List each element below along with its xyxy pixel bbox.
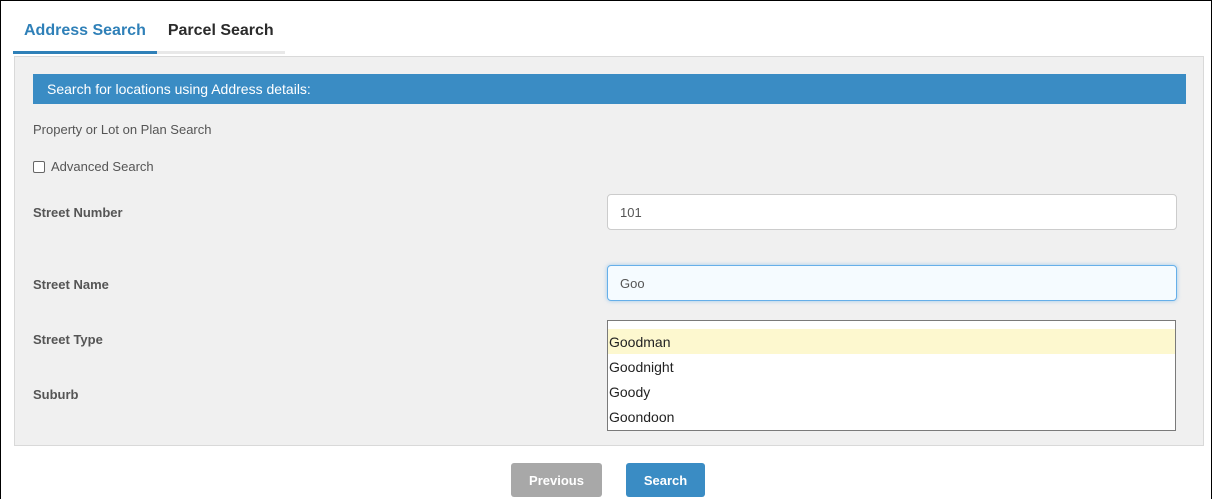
previous-button[interactable]: Previous xyxy=(511,463,602,497)
autocomplete-option[interactable]: Goody xyxy=(608,379,1175,404)
search-button[interactable]: Search xyxy=(626,463,705,497)
autocomplete-option[interactable]: Goodnight xyxy=(608,354,1175,379)
address-search-window: Address Search Parcel Search Search for … xyxy=(0,0,1212,499)
street-type-label: Street Type xyxy=(33,332,103,347)
advanced-search-checkbox[interactable] xyxy=(33,160,45,173)
tab-parcel-search[interactable]: Parcel Search xyxy=(156,7,285,54)
street-number-label: Street Number xyxy=(33,205,123,220)
street-name-input[interactable]: Goo xyxy=(607,265,1177,301)
street-name-autocomplete-list: Goodman Goodnight Goody Goondoon xyxy=(607,320,1176,431)
autocomplete-option[interactable]: Goodman xyxy=(608,329,1175,354)
panel-subheading: Property or Lot on Plan Search xyxy=(33,122,212,137)
suburb-label: Suburb xyxy=(33,387,79,402)
advanced-search-label: Advanced Search xyxy=(51,159,154,174)
street-name-label: Street Name xyxy=(33,277,109,292)
autocomplete-option[interactable]: Goondoon xyxy=(608,404,1175,429)
search-tabs: Address Search Parcel Search xyxy=(13,7,298,55)
search-panel: Search for locations using Address detai… xyxy=(14,56,1204,446)
street-number-input[interactable]: 101 xyxy=(607,194,1177,230)
panel-banner: Search for locations using Address detai… xyxy=(33,74,1186,104)
tab-address-search[interactable]: Address Search xyxy=(13,7,157,54)
advanced-search-option[interactable]: Advanced Search xyxy=(33,159,154,174)
